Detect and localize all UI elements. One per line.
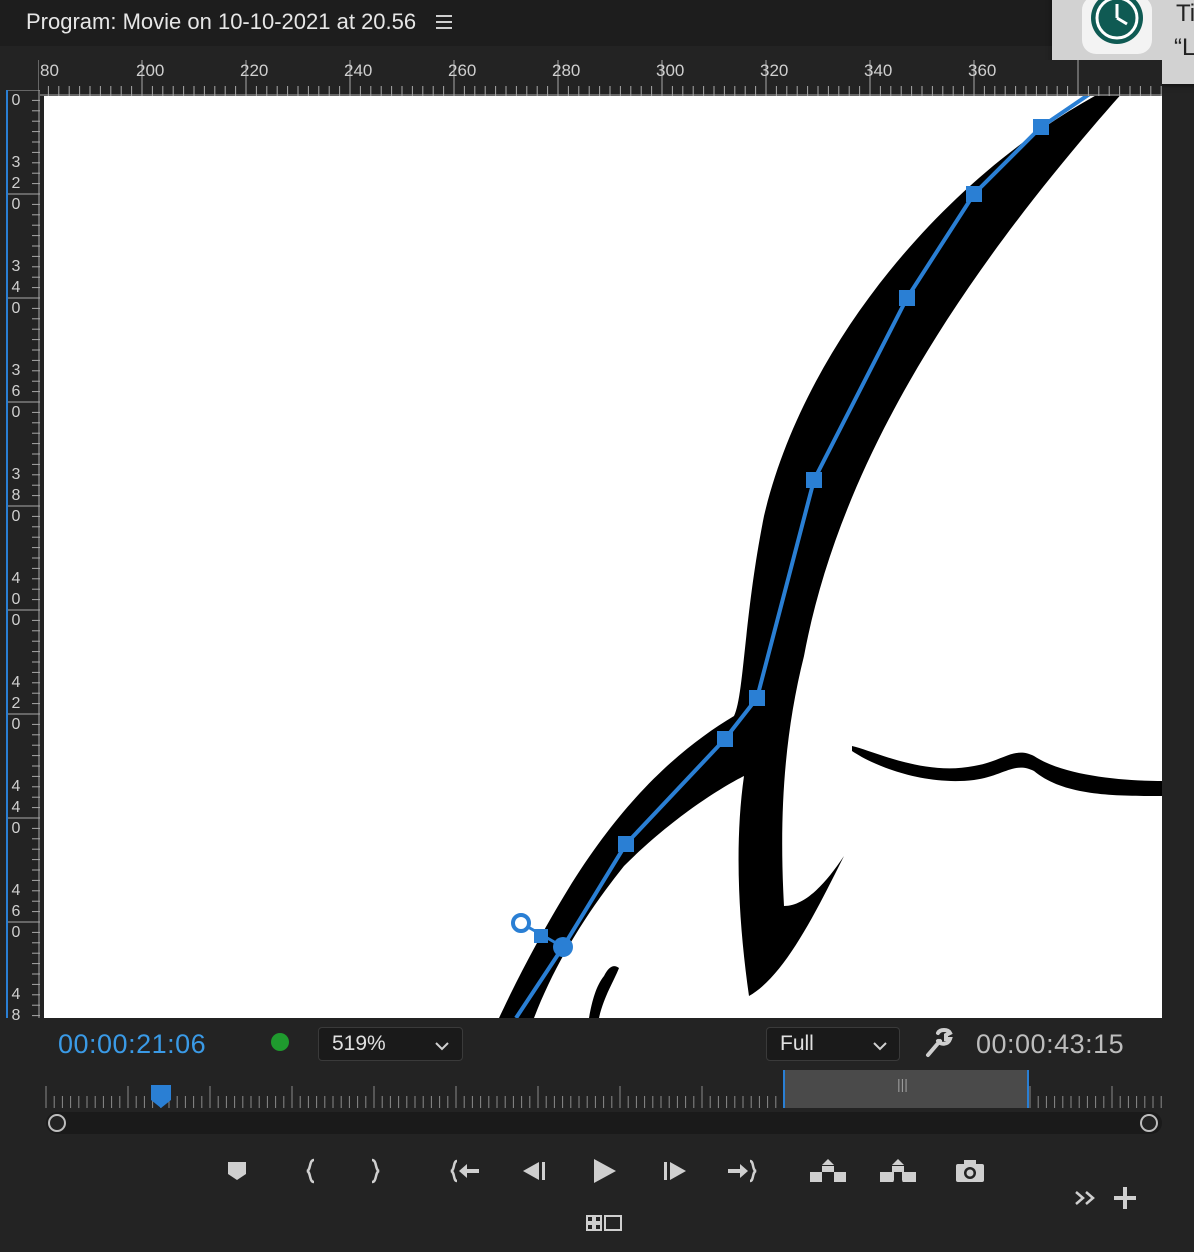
panel-title: Program: Movie on 10-10-2021 at 20.56 [26, 9, 417, 34]
playhead-icon[interactable] [150, 1084, 172, 1110]
mask-vertex[interactable] [618, 836, 634, 852]
ruler-label: 460 [11, 882, 21, 941]
export-frame-button[interactable] [950, 1151, 990, 1191]
lift-button[interactable] [808, 1151, 848, 1191]
navigator-bar[interactable] [46, 1112, 1162, 1134]
extract-icon [880, 1159, 916, 1183]
status-dot [271, 1033, 289, 1051]
mask-vertex[interactable] [899, 290, 915, 306]
ruler-label: 340 [11, 258, 21, 317]
panel-menu-icon[interactable] [434, 13, 454, 31]
duration-timecode: 00:00:43:15 [976, 1029, 1125, 1059]
play-icon [594, 1159, 616, 1183]
program-monitor-canvas[interactable] [44, 96, 1162, 1018]
ruler-label: 320 [11, 154, 21, 213]
double-chevron-right-icon [1075, 1191, 1095, 1205]
mask-vertex[interactable] [1033, 119, 1049, 135]
chevron-down-icon [872, 1038, 888, 1051]
step-forward-button[interactable] [655, 1151, 695, 1191]
mask-vertex[interactable] [966, 186, 982, 202]
ruler-label: 320 [760, 61, 789, 80]
ruler-label: 48 [11, 986, 21, 1024]
ruler-label: 300 [656, 61, 685, 80]
grip-icon: ||| [897, 1076, 908, 1092]
go-to-in-icon [450, 1159, 479, 1183]
more-controls-button[interactable] [1065, 1178, 1105, 1218]
ruler-label: 280 [552, 61, 581, 80]
mask-vertex[interactable] [806, 472, 822, 488]
mark-in-button[interactable] [291, 1151, 331, 1191]
navigator-handle-right[interactable] [1140, 1114, 1158, 1132]
settings-wrench-icon[interactable] [922, 1027, 954, 1059]
ruler-label: 340 [864, 61, 893, 80]
button-editor-add[interactable] [1105, 1178, 1145, 1218]
go-to-out-icon [728, 1159, 757, 1183]
frame-image [499, 96, 1162, 1018]
camera-icon [956, 1160, 984, 1182]
extract-button[interactable] [878, 1151, 918, 1191]
ruler-label: 80 [40, 61, 59, 80]
playback-resolution-value: Full [780, 1032, 814, 1055]
ruler-label: 380 [11, 466, 21, 525]
ruler-label: 240 [344, 61, 373, 80]
horizontal-ruler: 80 200 220 240 260 280 300 320 340 360 [38, 60, 1162, 96]
ruler-label: 0 [11, 92, 21, 109]
step-back-button[interactable] [514, 1151, 554, 1191]
ruler-label: 260 [448, 61, 477, 80]
mark-out-icon [371, 1158, 380, 1184]
mask-vertex[interactable] [717, 731, 733, 747]
mark-in-icon [306, 1158, 315, 1184]
comparison-view-button[interactable] [584, 1203, 624, 1243]
go-to-in-button[interactable] [445, 1151, 485, 1191]
lift-icon [810, 1159, 846, 1182]
current-timecode[interactable]: 00:00:21:06 [58, 1029, 206, 1060]
notification-title: Ti [1176, 0, 1194, 27]
chevron-down-icon [434, 1038, 450, 1051]
ruler-label: 420 [11, 674, 21, 733]
vertical-ruler: 0 320 340 360 380 400 420 440 460 48 [6, 90, 40, 1024]
ruler-label: 200 [136, 61, 165, 80]
add-marker-button[interactable] [217, 1151, 257, 1191]
step-back-icon [523, 1162, 545, 1180]
mask-vertex[interactable] [749, 690, 765, 706]
bezier-handle[interactable] [511, 913, 531, 933]
mark-out-button[interactable] [355, 1151, 395, 1191]
step-forward-icon [664, 1162, 686, 1180]
plus-icon [1114, 1187, 1136, 1209]
comparison-view-icon [586, 1215, 622, 1231]
ruler-label: 400 [11, 570, 21, 629]
ruler-label: 360 [11, 362, 21, 421]
play-button[interactable] [584, 1151, 624, 1191]
ruler-label: 360 [968, 61, 997, 80]
ruler-label: 220 [240, 61, 269, 80]
go-to-out-button[interactable] [722, 1151, 762, 1191]
navigator-handle-left[interactable] [48, 1114, 66, 1132]
zoom-level-value: 519% [332, 1032, 386, 1055]
time-machine-icon [1082, 0, 1152, 54]
notification-body: “L [1174, 34, 1194, 61]
marker-icon [228, 1162, 246, 1180]
ruler-label: 440 [11, 778, 21, 837]
